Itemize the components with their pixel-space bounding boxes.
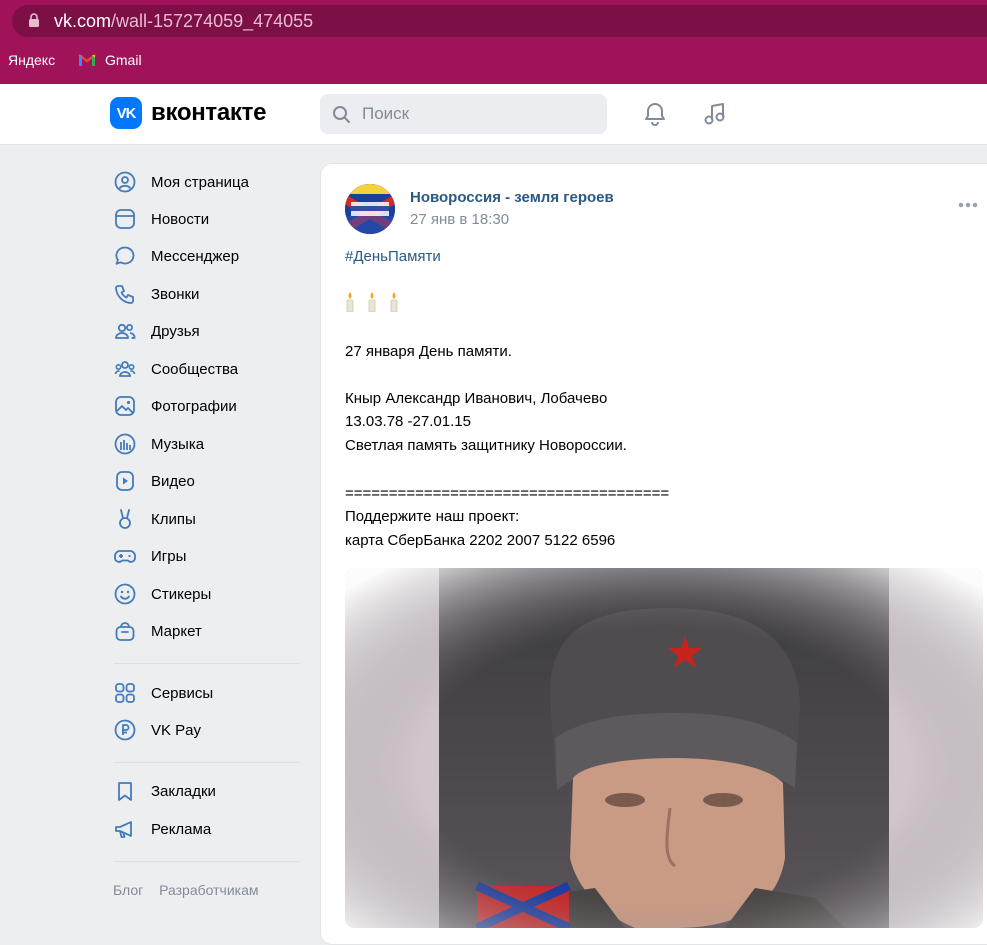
sidebar-item-bookmarks[interactable]: Закладки bbox=[110, 773, 300, 809]
sidebar-item-label: Мессенджер bbox=[151, 247, 240, 265]
sidebar-item-label: Сервисы bbox=[151, 684, 214, 702]
url-path: /wall-157274059_474055 bbox=[111, 11, 314, 31]
post-card: Новороссия - земля героев 27 янв в 18:30… bbox=[320, 163, 987, 945]
news-icon bbox=[114, 208, 136, 230]
sidebar-item-label: Реклама bbox=[151, 820, 212, 838]
search-box[interactable] bbox=[320, 94, 607, 134]
sidebar-item-label: Новости bbox=[151, 210, 210, 228]
sidebar-divider bbox=[114, 861, 300, 862]
candle-icon bbox=[390, 292, 398, 312]
post-text-line: ===================================== bbox=[345, 485, 670, 502]
post-text-line: 13.03.78 -27.01.15 bbox=[345, 413, 471, 430]
post-date[interactable]: 27 янв в 18:30 bbox=[410, 211, 509, 228]
sidebar-item-video[interactable]: Видео bbox=[110, 463, 300, 499]
services-icon bbox=[114, 682, 136, 704]
sidebar-item-stickers[interactable]: Стикеры bbox=[110, 576, 300, 612]
bell-icon[interactable] bbox=[641, 100, 669, 128]
candle-icon bbox=[346, 292, 354, 312]
gmail-icon bbox=[78, 54, 96, 66]
address-bar[interactable]: vk.com/wall-157274059_474055 bbox=[12, 5, 987, 37]
search-icon bbox=[333, 106, 350, 123]
footer-link-developers[interactable]: Разработчикам bbox=[159, 882, 258, 898]
friends-icon bbox=[114, 320, 136, 342]
sidebar-item-services[interactable]: Сервисы bbox=[110, 675, 300, 711]
post-text-line: карта СберБанка 2202 2007 5122 6596 bbox=[345, 532, 616, 549]
sidebar-item-label: Закладки bbox=[151, 782, 216, 800]
post-text-line: 27 января День памяти. bbox=[345, 343, 512, 360]
sidebar-item-label: Игры bbox=[151, 547, 187, 565]
sidebar-footer: Блог Разработчикам bbox=[113, 882, 271, 898]
sidebar-item-communities[interactable]: Сообщества bbox=[110, 351, 300, 387]
footer-link-blog[interactable]: Блог bbox=[113, 882, 143, 898]
sidebar-item-label: Фотографии bbox=[151, 397, 237, 415]
more-options-icon[interactable] bbox=[957, 200, 979, 210]
sidebar-item-messenger[interactable]: Мессенджер bbox=[110, 238, 300, 274]
post-photo[interactable] bbox=[345, 568, 983, 928]
profile-icon bbox=[114, 171, 136, 193]
candle-emojis bbox=[345, 292, 399, 312]
stickers-icon bbox=[114, 583, 136, 605]
sidebar-item-news[interactable]: Новости bbox=[110, 201, 300, 237]
sidebar-item-label: Клипы bbox=[151, 510, 196, 528]
video-icon bbox=[114, 470, 136, 492]
music-note-icon[interactable] bbox=[701, 100, 729, 128]
bookmark-gmail[interactable]: Gmail bbox=[78, 52, 142, 68]
lock-icon bbox=[29, 13, 39, 27]
url-text: vk.com/wall-157274059_474055 bbox=[54, 11, 313, 32]
sidebar-item-photos[interactable]: Фотографии bbox=[110, 388, 300, 424]
sidebar-item-my-page[interactable]: Моя страница bbox=[110, 164, 300, 200]
clips-icon bbox=[114, 508, 136, 530]
bookmark-yandex[interactable]: Яндекс bbox=[8, 52, 55, 68]
post-text-line: Кныр Александр Иванович, Лобачево bbox=[345, 390, 608, 407]
sidebar-item-friends[interactable]: Друзья bbox=[110, 313, 300, 349]
bookmark-gmail-label: Gmail bbox=[105, 52, 142, 68]
vk-wordmark: вконтакте bbox=[151, 99, 267, 126]
bookmark-icon bbox=[114, 780, 136, 802]
photos-icon bbox=[114, 395, 136, 417]
vk-logo-badge: VK bbox=[110, 97, 142, 129]
sidebar-item-games[interactable]: Игры bbox=[110, 538, 300, 574]
candle-icon bbox=[368, 292, 376, 312]
sidebar-divider bbox=[114, 762, 300, 763]
sidebar-item-clips[interactable]: Клипы bbox=[110, 501, 300, 537]
post-text-line: Поддержите наш проект: bbox=[345, 508, 520, 525]
market-icon bbox=[114, 620, 136, 642]
gamepad-icon bbox=[114, 545, 136, 567]
music-icon bbox=[114, 433, 136, 455]
sidebar-item-label: VK Pay bbox=[151, 721, 202, 739]
sidebar-item-label: Стикеры bbox=[151, 585, 212, 603]
communities-icon bbox=[114, 358, 136, 380]
phone-icon bbox=[114, 283, 136, 305]
search-input[interactable] bbox=[362, 94, 592, 134]
sidebar-item-label: Сообщества bbox=[151, 360, 239, 378]
messenger-icon bbox=[114, 245, 136, 267]
url-domain: vk.com bbox=[54, 11, 112, 31]
sidebar-item-market[interactable]: Маркет bbox=[110, 613, 300, 649]
sidebar-item-vkpay[interactable]: VK Pay bbox=[110, 712, 300, 748]
community-avatar[interactable] bbox=[345, 184, 395, 234]
sidebar-item-label: Музыка bbox=[151, 435, 205, 453]
post-author-link[interactable]: Новороссия - земля героев bbox=[410, 189, 614, 206]
post-hashtag[interactable]: #ДеньПамяти bbox=[345, 245, 441, 268]
vk-header: VK вконтакте bbox=[0, 84, 987, 145]
browser-chrome: vk.com/wall-157274059_474055 Яндекс Gmai… bbox=[0, 0, 987, 84]
sidebar-divider bbox=[114, 663, 300, 664]
sidebar-item-label: Маркет bbox=[151, 622, 202, 640]
sidebar-item-label: Друзья bbox=[151, 322, 200, 340]
sidebar-item-ads[interactable]: Реклама bbox=[110, 811, 300, 847]
sidebar-item-label: Моя страница bbox=[151, 173, 249, 191]
sidebar-item-music[interactable]: Музыка bbox=[110, 426, 300, 462]
sidebar-item-label: Звонки bbox=[151, 285, 200, 303]
post-text-line: Светлая память защитнику Новороссии. bbox=[345, 437, 627, 454]
sidebar-item-label: Видео bbox=[151, 472, 195, 490]
megaphone-icon bbox=[114, 818, 136, 840]
vkpay-icon bbox=[114, 719, 136, 741]
sidebar-item-calls[interactable]: Звонки bbox=[110, 276, 300, 312]
vk-logo[interactable]: VK вконтакте bbox=[110, 97, 266, 129]
